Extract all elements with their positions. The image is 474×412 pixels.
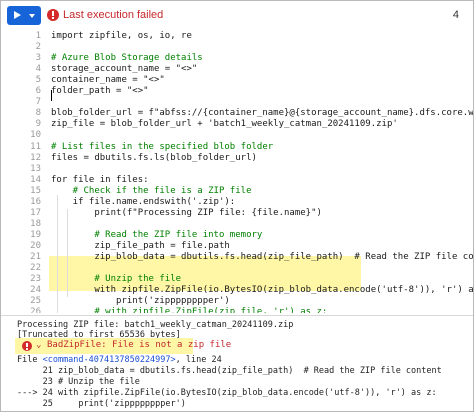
line-number: 19 [30, 229, 41, 240]
run-cell-button[interactable] [7, 6, 41, 25]
code-line[interactable]: files = dbutils.fs.ls(blob_folder_url) [51, 153, 257, 164]
error-icon [22, 341, 32, 351]
code-line[interactable]: blob_folder_url = f"abfss://{container_n… [51, 108, 473, 119]
code-line[interactable]: with zipfile.ZipFile(io.BytesIO(zip_blob… [51, 285, 473, 296]
line-number: 3 [35, 53, 41, 64]
line-number: 10 [30, 130, 41, 141]
line-number: 15 [30, 185, 41, 196]
line-number: 21 [30, 252, 41, 262]
line-number: 9 [35, 119, 41, 130]
code-editor[interactable]: 1 import zipfile, os, io, re 2 3 # Azure Blo… [1, 29, 473, 313]
traceback-line: 23 # Unzip the file [17, 377, 140, 387]
line-number: 4 [35, 64, 41, 75]
code-line[interactable]: # Unzip the file [51, 274, 181, 285]
code-line[interactable]: import zipfile, os, io, re [51, 31, 192, 42]
command-link[interactable]: <command-4074137850224997> [43, 355, 176, 365]
code-line[interactable]: zip_file = blob_folder_url + 'batch1_wee… [51, 119, 398, 130]
cell-toolbar: Last execution failed 4 [1, 1, 473, 30]
code-line[interactable]: folder_path = "<>" [51, 86, 149, 97]
line-number: 7 [35, 97, 41, 108]
traceback-line: 25 print('zipppppppper') [17, 399, 186, 409]
line-number: 22 [30, 263, 41, 274]
line-number: 8 [35, 108, 41, 119]
notebook-cell: Last execution failed 4 1 import zipfile,… [0, 0, 474, 412]
cell-output: Processing ZIP file: batch1_weekly_catma… [1, 315, 473, 412]
line-number: 26 [30, 307, 41, 313]
chevron-down-icon[interactable] [29, 14, 35, 18]
indent-guide [67, 209, 68, 298]
line-number: 14 [30, 174, 41, 185]
code-line[interactable]: # Check if the file is a ZIP file [51, 186, 252, 197]
play-icon [14, 11, 21, 19]
line-number: 13 [30, 163, 41, 174]
error-icon [47, 9, 59, 21]
line-number: 18 [30, 218, 41, 229]
code-line[interactable]: zip_blob_data = dbutils.fs.head(zip_file… [51, 252, 473, 263]
indent-guide [57, 195, 58, 313]
error-message: BadZipFile: File is not a zip file [47, 340, 232, 350]
code-line[interactable]: # Read the ZIP file into memory [51, 230, 262, 241]
code-line[interactable]: if file.name.endswith('.zip'): [51, 197, 236, 208]
line-number: 23 [30, 274, 41, 285]
execution-status: Last execution failed [63, 9, 164, 21]
line-number: 25 [30, 296, 41, 307]
code-line[interactable]: # Azure Blob Storage details [51, 53, 203, 64]
code-line[interactable]: print('zipppppppper') [51, 296, 230, 307]
line-number: 12 [30, 152, 41, 163]
traceback-line: 21 zip_blob_data = dbutils.fs.head(zip_f… [17, 366, 442, 376]
cell-number: 4 [452, 9, 459, 21]
code-line[interactable]: # with zipfile.ZipFile(zip_file, 'r') as… [51, 307, 327, 313]
traceback-line: ---> 24 with zipfile.ZipFile(io.BytesIO(… [17, 388, 437, 398]
line-number: 16 [30, 196, 41, 207]
line-number: 11 [30, 141, 41, 152]
line-number: 1 [35, 31, 41, 41]
code-line[interactable]: container_name = "<>" [51, 75, 165, 86]
code-line[interactable]: # List files in the specified blob folde… [51, 142, 273, 153]
line-number: 17 [30, 207, 41, 218]
chevron-down-icon[interactable]: ⌄ [36, 340, 41, 351]
file-prefix: File [17, 355, 43, 365]
code-line[interactable]: storage_account_name = "<>" [51, 64, 197, 75]
code-line[interactable]: zip_file_path = file.path [51, 241, 229, 252]
line-number: 5 [35, 75, 41, 86]
traceback-file-line: File <command-4074137850224997>, line 24 [17, 355, 222, 366]
code-line[interactable]: for file in files: [51, 175, 149, 186]
line-number: , line 24 [175, 355, 222, 365]
line-number: 6 [35, 86, 41, 97]
code-line[interactable]: print(f"Processing ZIP file: {file.name}… [51, 208, 322, 219]
line-number: 2 [35, 42, 41, 53]
line-number: 20 [30, 240, 41, 251]
line-number: 24 [30, 285, 41, 296]
